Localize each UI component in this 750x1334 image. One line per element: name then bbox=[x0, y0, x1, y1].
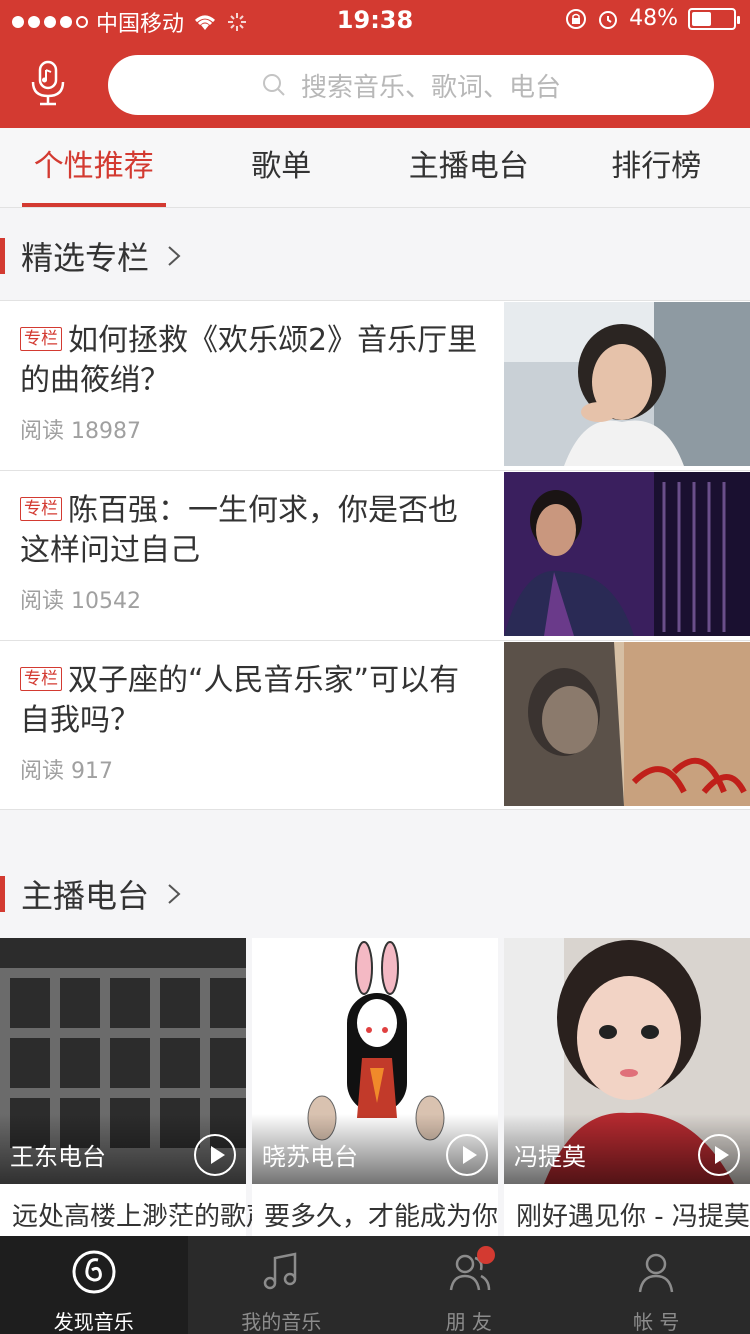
voice-search-icon[interactable] bbox=[28, 58, 68, 110]
read-count: 阅读 917 bbox=[20, 759, 113, 784]
column-badge: 专栏 bbox=[20, 497, 62, 521]
tab-bar: 个性推荐 歌单 主播电台 排行榜 bbox=[0, 128, 750, 208]
nav-label: 我的音乐 bbox=[241, 1310, 322, 1334]
column-badge: 专栏 bbox=[20, 667, 62, 691]
article-thumbnail bbox=[504, 642, 750, 806]
radio-channel-name: 王东电台 bbox=[10, 1143, 106, 1171]
nav-friends[interactable]: 朋 友 bbox=[375, 1236, 563, 1334]
radio-channel-name: 晓苏电台 bbox=[262, 1143, 358, 1171]
radio-title: 远处高楼上渺茫的歌声 bbox=[12, 1202, 273, 1232]
tab-radio[interactable]: 主播电台 bbox=[375, 128, 563, 207]
nav-discover[interactable]: 发现音乐 bbox=[0, 1236, 188, 1334]
chevron-right-icon bbox=[168, 884, 181, 904]
radio-cover: 冯提莫 bbox=[504, 938, 750, 1184]
article-thumbnail bbox=[504, 472, 750, 636]
bottom-nav: 发现音乐 我的音乐 朋 友 帐 号 bbox=[0, 1236, 750, 1334]
netease-music-icon bbox=[72, 1250, 116, 1294]
chevron-right-icon bbox=[168, 246, 181, 266]
alarm-icon bbox=[599, 10, 618, 29]
search-icon bbox=[262, 74, 285, 96]
battery-percent: 48% bbox=[629, 6, 678, 31]
radio-cover: 晓苏电台 bbox=[252, 938, 498, 1184]
radio-card[interactable]: 王东电台 远处高楼上渺茫的歌声 bbox=[0, 938, 272, 1238]
nav-label: 帐 号 bbox=[633, 1310, 680, 1334]
radio-cover: 王东电台 bbox=[0, 938, 246, 1184]
play-button[interactable] bbox=[446, 1134, 488, 1176]
article-thumbnail bbox=[504, 302, 750, 466]
article-title: 如何拯救《欢乐颂2》音乐厅里的曲筱绡？ bbox=[20, 323, 478, 398]
section-title: 主播电台 bbox=[21, 877, 150, 915]
section-header-columns[interactable]: 精选专栏 bbox=[0, 208, 750, 304]
radio-title: 要多久，才能成为你 bbox=[264, 1202, 499, 1232]
battery-icon bbox=[688, 7, 740, 30]
tab-charts[interactable]: 排行榜 bbox=[563, 128, 750, 207]
nav-my-music[interactable]: 我的音乐 bbox=[188, 1236, 376, 1334]
rotation-lock-icon bbox=[566, 8, 587, 29]
article-list: 专栏 如何拯救《欢乐颂2》音乐厅里的曲筱绡？ 阅读 18987 专栏 陈百强：一生何… bbox=[0, 300, 750, 810]
list-item[interactable]: 专栏 双子座的“人民音乐家”可以有自我吗？ 阅读 917 bbox=[0, 640, 750, 810]
play-button[interactable] bbox=[194, 1134, 236, 1176]
read-count: 阅读 10542 bbox=[20, 589, 141, 614]
read-count: 阅读 18987 bbox=[20, 419, 141, 444]
radio-card[interactable]: 冯提莫 刚好遇见你 - 冯提莫 bbox=[504, 938, 750, 1238]
article-title: 陈百强：一生何求，你是否也这样问过自己 bbox=[20, 493, 458, 568]
play-button[interactable] bbox=[698, 1134, 740, 1176]
list-item[interactable]: 专栏 陈百强：一生何求，你是否也这样问过自己 阅读 10542 bbox=[0, 470, 750, 640]
radio-cards: 王东电台 远处高楼上渺茫的歌声 晓苏电台 要多久，才能成为你 冯提莫 刚好遇见你… bbox=[0, 938, 750, 1238]
nav-label: 发现音乐 bbox=[53, 1310, 134, 1334]
section-accent-bar bbox=[0, 238, 5, 274]
music-note-icon bbox=[264, 1252, 297, 1290]
nav-label: 朋 友 bbox=[445, 1310, 492, 1334]
column-badge: 专栏 bbox=[20, 327, 62, 351]
account-icon bbox=[639, 1253, 674, 1293]
section-accent-bar bbox=[0, 876, 5, 912]
search-placeholder: 搜索音乐、歌词、电台 bbox=[300, 72, 561, 103]
tab-playlists[interactable]: 歌单 bbox=[188, 128, 376, 207]
notification-dot bbox=[477, 1246, 495, 1264]
radio-channel-name: 冯提莫 bbox=[514, 1143, 586, 1171]
nav-account[interactable]: 帐 号 bbox=[563, 1236, 750, 1334]
tab-recommend[interactable]: 个性推荐 bbox=[0, 128, 188, 207]
status-bar: 中国移动 19:38 48% bbox=[0, 0, 750, 40]
list-item[interactable]: 专栏 如何拯救《欢乐颂2》音乐厅里的曲筱绡？ 阅读 18987 bbox=[0, 300, 750, 470]
section-title: 精选专栏 bbox=[21, 239, 150, 277]
search-input[interactable]: 搜索音乐、歌词、电台 bbox=[108, 55, 714, 115]
radio-card[interactable]: 晓苏电台 要多久，才能成为你 bbox=[252, 938, 498, 1238]
header: 中国移动 19:38 48% 搜索音乐、歌词、电台 bbox=[0, 0, 750, 128]
radio-title: 刚好遇见你 - 冯提莫 bbox=[516, 1202, 750, 1232]
article-title: 双子座的“人民音乐家”可以有自我吗？ bbox=[20, 663, 460, 738]
section-header-radio[interactable]: 主播电台 bbox=[0, 846, 750, 942]
